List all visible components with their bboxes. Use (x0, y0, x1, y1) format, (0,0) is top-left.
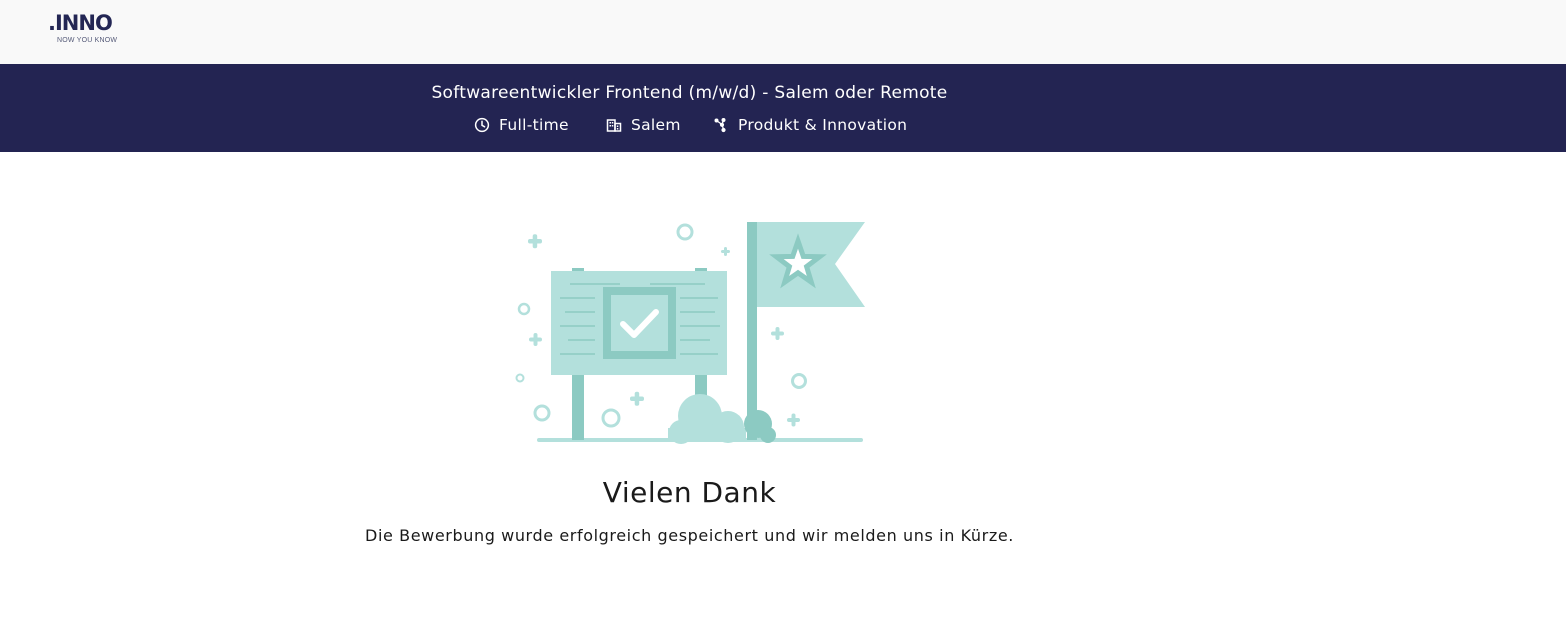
top-bar: .INNO NOW YOU KNOW (0, 0, 1566, 64)
employment-type-label: Full-time (499, 116, 569, 134)
bush-decor (668, 394, 776, 444)
job-title: Softwareentwickler Frontend (m/w/d) - Sa… (431, 83, 948, 103)
logo-tagline: NOW YOU KNOW (57, 37, 118, 44)
checkbox-inner (611, 295, 668, 351)
confirmation-title: Vielen Dank (602, 476, 777, 509)
flag-pole (747, 222, 757, 440)
department-label: Produkt & Innovation (738, 116, 908, 134)
building-icon (606, 119, 622, 132)
confirmation-message: Die Bewerbung wurde erfolgreich gespeich… (365, 526, 1014, 545)
job-employment-type: Full-time (474, 115, 569, 135)
network-icon (714, 118, 726, 133)
job-department: Produkt & Innovation (713, 115, 907, 135)
job-location: Salem (606, 115, 681, 135)
clock-icon (474, 117, 490, 133)
logo-text: .INNO (48, 11, 113, 35)
location-label: Salem (631, 116, 681, 134)
company-logo[interactable]: .INNO NOW YOU KNOW (48, 10, 138, 50)
job-banner: Softwareentwickler Frontend (m/w/d) - Sa… (0, 64, 1566, 152)
success-illustration (515, 222, 865, 444)
